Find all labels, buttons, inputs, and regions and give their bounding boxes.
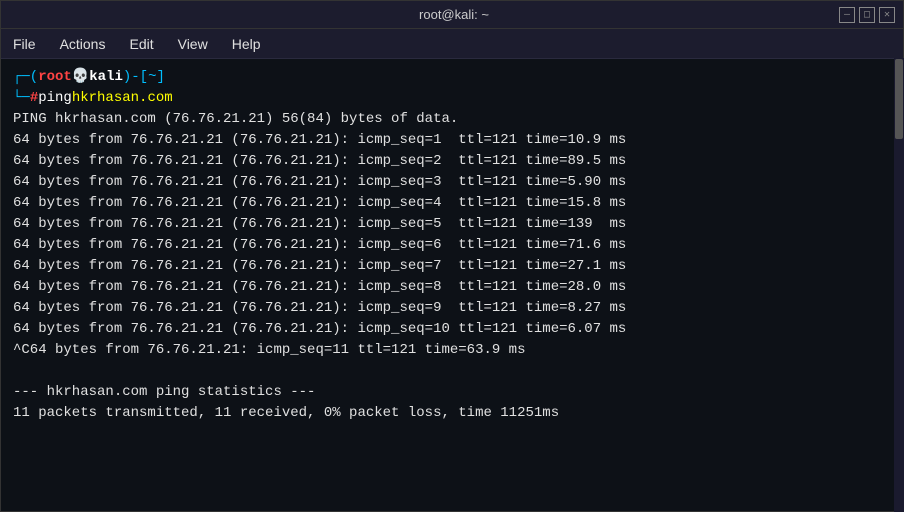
- terminal-body[interactable]: ┌─(root💀kali)-[~] └─# ping hkrhasan.com …: [1, 59, 903, 511]
- output-line-5: 64 bytes from 76.76.21.21 (76.76.21.21):…: [13, 214, 891, 235]
- output-line-9: 64 bytes from 76.76.21.21 (76.76.21.21):…: [13, 298, 891, 319]
- prompt-host: kali: [89, 67, 123, 88]
- output-stats-result: 11 packets transmitted, 11 received, 0% …: [13, 403, 891, 424]
- menu-help[interactable]: Help: [228, 34, 265, 54]
- output-ping-header: PING hkrhasan.com (76.76.21.21) 56(84) b…: [13, 109, 891, 130]
- prompt-top-dash: ┌─(: [13, 67, 38, 88]
- output-line-7: 64 bytes from 76.76.21.21 (76.76.21.21):…: [13, 256, 891, 277]
- output-line-4: 64 bytes from 76.76.21.21 (76.76.21.21):…: [13, 193, 891, 214]
- output-line-3: 64 bytes from 76.76.21.21 (76.76.21.21):…: [13, 172, 891, 193]
- output-stats-header: --- hkrhasan.com ping statistics ---: [13, 382, 891, 403]
- window-title: root@kali: ~: [69, 7, 839, 22]
- prompt-user: root: [38, 67, 72, 88]
- scrollbar-thumb[interactable]: [895, 59, 903, 139]
- menu-actions[interactable]: Actions: [56, 34, 110, 54]
- output-blank: [13, 361, 891, 382]
- output-line-ctrlc: ^C64 bytes from 76.76.21.21: icmp_seq=11…: [13, 340, 891, 361]
- maximize-button[interactable]: □: [859, 7, 875, 23]
- prompt-bracket-1: )-[: [123, 67, 148, 88]
- prompt-line-1: ┌─(root💀kali)-[~]: [13, 67, 891, 88]
- output-line-6: 64 bytes from 76.76.21.21 (76.76.21.21):…: [13, 235, 891, 256]
- output-line-1: 64 bytes from 76.76.21.21 (76.76.21.21):…: [13, 130, 891, 151]
- minimize-button[interactable]: —: [839, 7, 855, 23]
- menu-bar: File Actions Edit View Help: [1, 29, 903, 59]
- menu-view[interactable]: View: [174, 34, 212, 54]
- output-line-2: 64 bytes from 76.76.21.21 (76.76.21.21):…: [13, 151, 891, 172]
- title-bar: root@kali: ~ — □ ✕: [1, 1, 903, 29]
- output-line-8: 64 bytes from 76.76.21.21 (76.76.21.21):…: [13, 277, 891, 298]
- prompt-cmd-target: hkrhasan.com: [72, 88, 173, 109]
- menu-edit[interactable]: Edit: [125, 34, 157, 54]
- menu-file[interactable]: File: [9, 34, 40, 54]
- close-button[interactable]: ✕: [879, 7, 895, 23]
- prompt-line-2: └─# ping hkrhasan.com: [13, 88, 891, 109]
- prompt-hash: #: [30, 88, 38, 109]
- output-line-10: 64 bytes from 76.76.21.21 (76.76.21.21):…: [13, 319, 891, 340]
- prompt-dir: ~: [148, 67, 156, 88]
- prompt-bracket-2: ]: [157, 67, 165, 88]
- scrollbar-track[interactable]: [894, 58, 904, 512]
- prompt-skull-icon: 💀: [72, 67, 89, 88]
- prompt-cmd-ping: ping: [38, 88, 72, 109]
- window-controls: — □ ✕: [839, 7, 895, 23]
- prompt-bottom-dash: └─: [13, 88, 30, 109]
